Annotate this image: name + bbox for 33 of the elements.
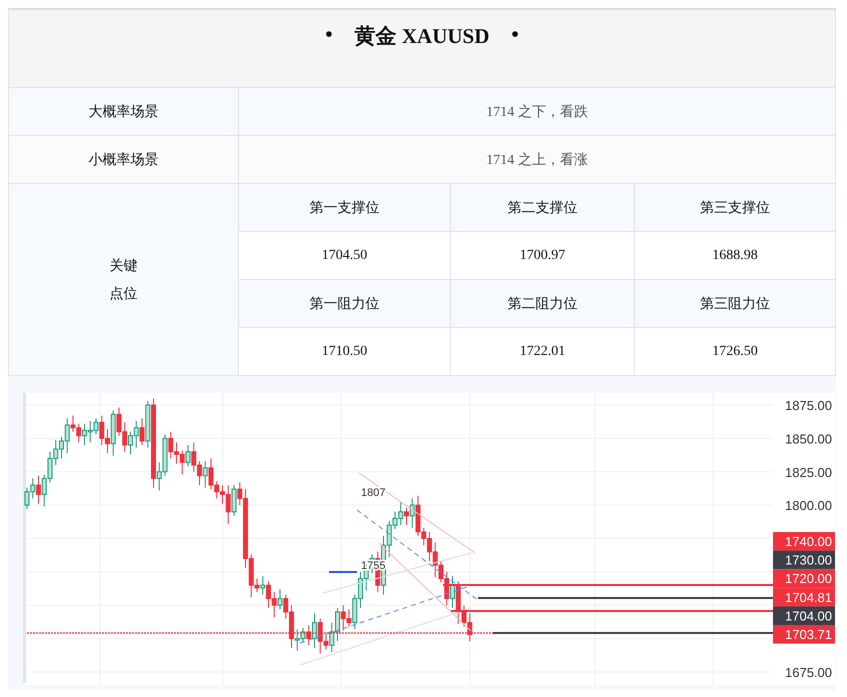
table-cell: 大概率场景 (9, 87, 239, 135)
table-cell: 第二阻力位 (451, 279, 635, 327)
table-cell: 关键 点位 (9, 183, 239, 375)
price-annotation: 1807 (361, 487, 386, 499)
table-cell: 第一阻力位 (239, 279, 451, 327)
axis-label: 1850.00 (785, 431, 832, 446)
table-cell: 1700.97 (451, 231, 635, 279)
table-cell: 小概率场景 (9, 135, 239, 183)
price-tag: 1703.71 (773, 625, 835, 644)
table-cell: 第一支撑位 (239, 183, 451, 231)
axis-label: 1875.00 (785, 398, 832, 413)
table-cell: 第二支撑位 (451, 183, 635, 231)
price-tag: 1704.00 (773, 606, 835, 625)
support-line (329, 571, 357, 573)
price-tag: 1730.00 (773, 550, 835, 570)
table-cell: 第三阻力位 (635, 279, 836, 327)
price-tag: 1720.00 (773, 569, 835, 588)
table-cell: 1710.50 (239, 327, 451, 375)
price-tag: 1704.81 (773, 588, 835, 606)
table-cell: 1714 之上，看涨 (239, 135, 836, 183)
table-cell: 1704.50 (239, 231, 451, 279)
bullet-mark: • (325, 22, 333, 48)
table-cell: 1722.01 (451, 327, 635, 375)
table-cell: 1726.50 (635, 327, 836, 375)
table-cell: 第三支撑位 (635, 183, 836, 231)
price-tag: 1740.00 (773, 532, 835, 551)
axis-label: 1800.00 (785, 498, 832, 514)
card-title: 黄金 XAUUSD (354, 23, 490, 50)
bullet-mark: • (511, 22, 519, 48)
table-cell: 1688.98 (635, 231, 836, 279)
table-cell: 1714 之下，看跌 (239, 87, 836, 135)
axis-label: 1675.00 (785, 665, 832, 680)
axis-label: 1825.00 (785, 464, 832, 480)
